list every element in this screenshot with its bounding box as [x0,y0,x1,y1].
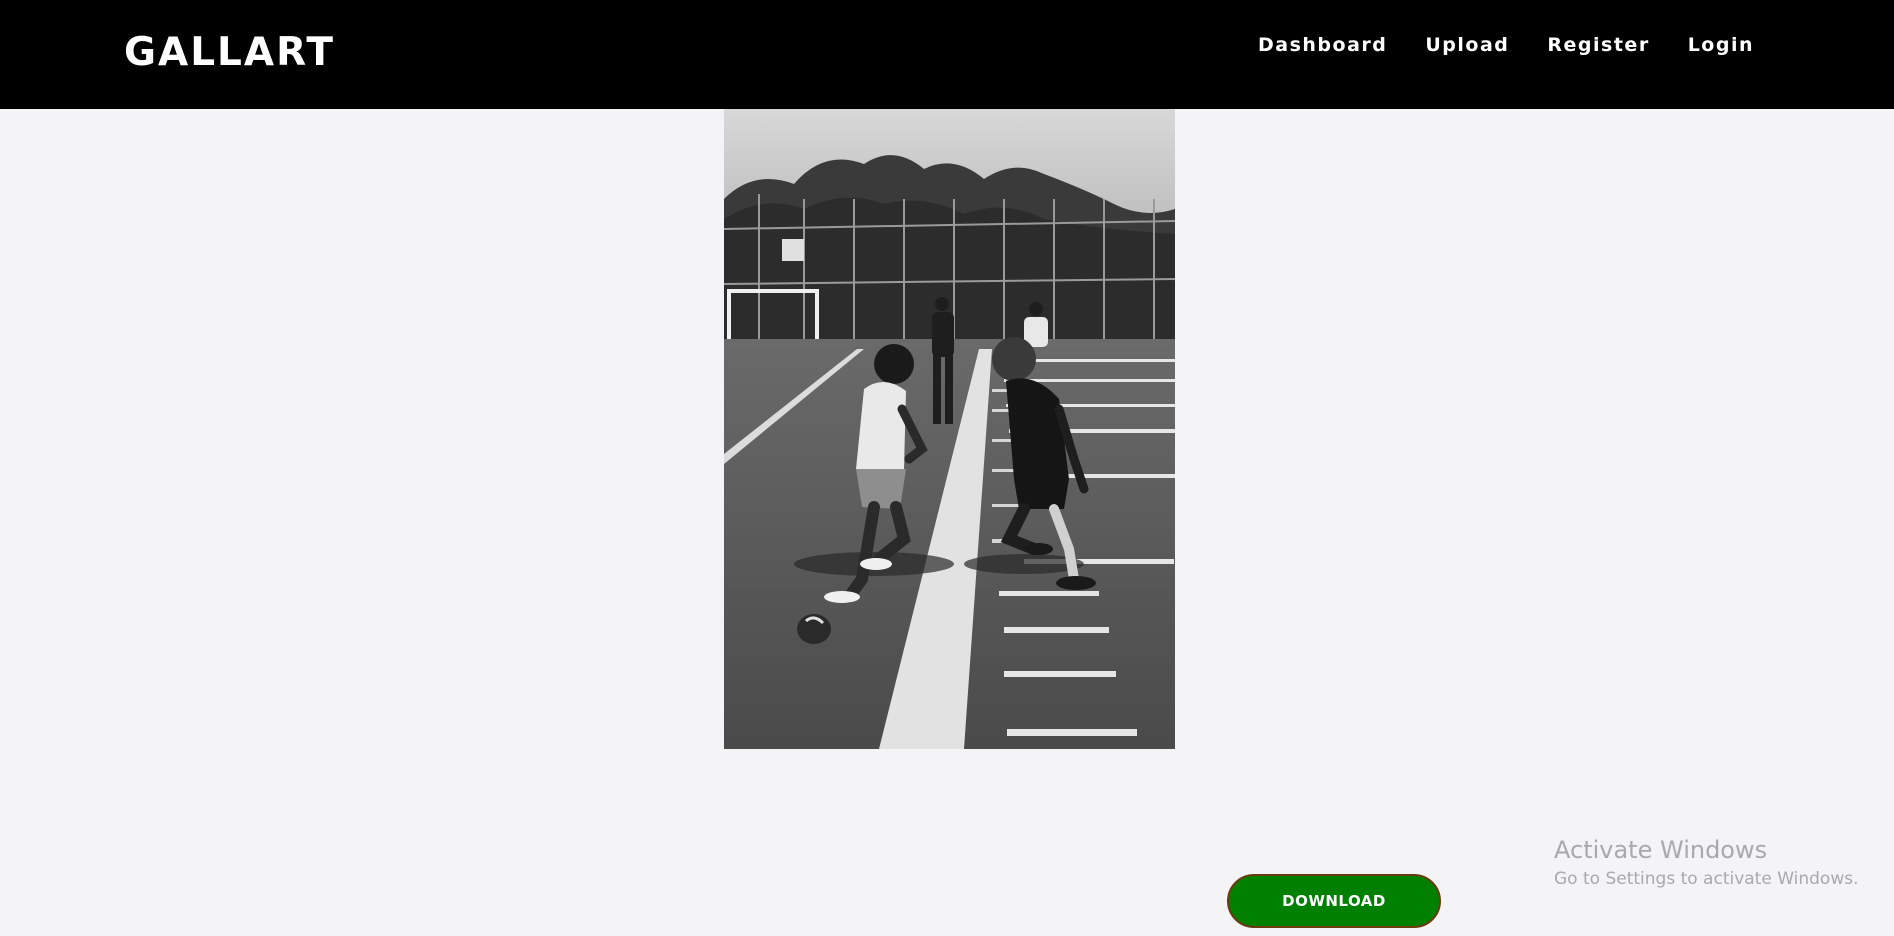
nav-links: Dashboard Upload Register Login [1258,34,1754,56]
top-navbar: GALLART Dashboard Upload Register Login [0,0,1894,109]
brand-logo[interactable]: GALLART [124,30,335,75]
windows-activation-watermark: Activate Windows Go to Settings to activ… [1554,835,1859,893]
watermark-subtitle: Go to Settings to activate Windows. [1554,869,1859,889]
download-button[interactable]: DOWNLOAD [1227,874,1441,928]
nav-login-link[interactable]: Login [1688,34,1754,56]
nav-dashboard-link[interactable]: Dashboard [1258,34,1387,56]
nav-register-link[interactable]: Register [1547,34,1649,56]
watermark-title: Activate Windows [1554,836,1768,864]
gallery-photo [724,109,1175,749]
nav-upload-link[interactable]: Upload [1425,34,1509,56]
photo-illustration [724,109,1175,749]
